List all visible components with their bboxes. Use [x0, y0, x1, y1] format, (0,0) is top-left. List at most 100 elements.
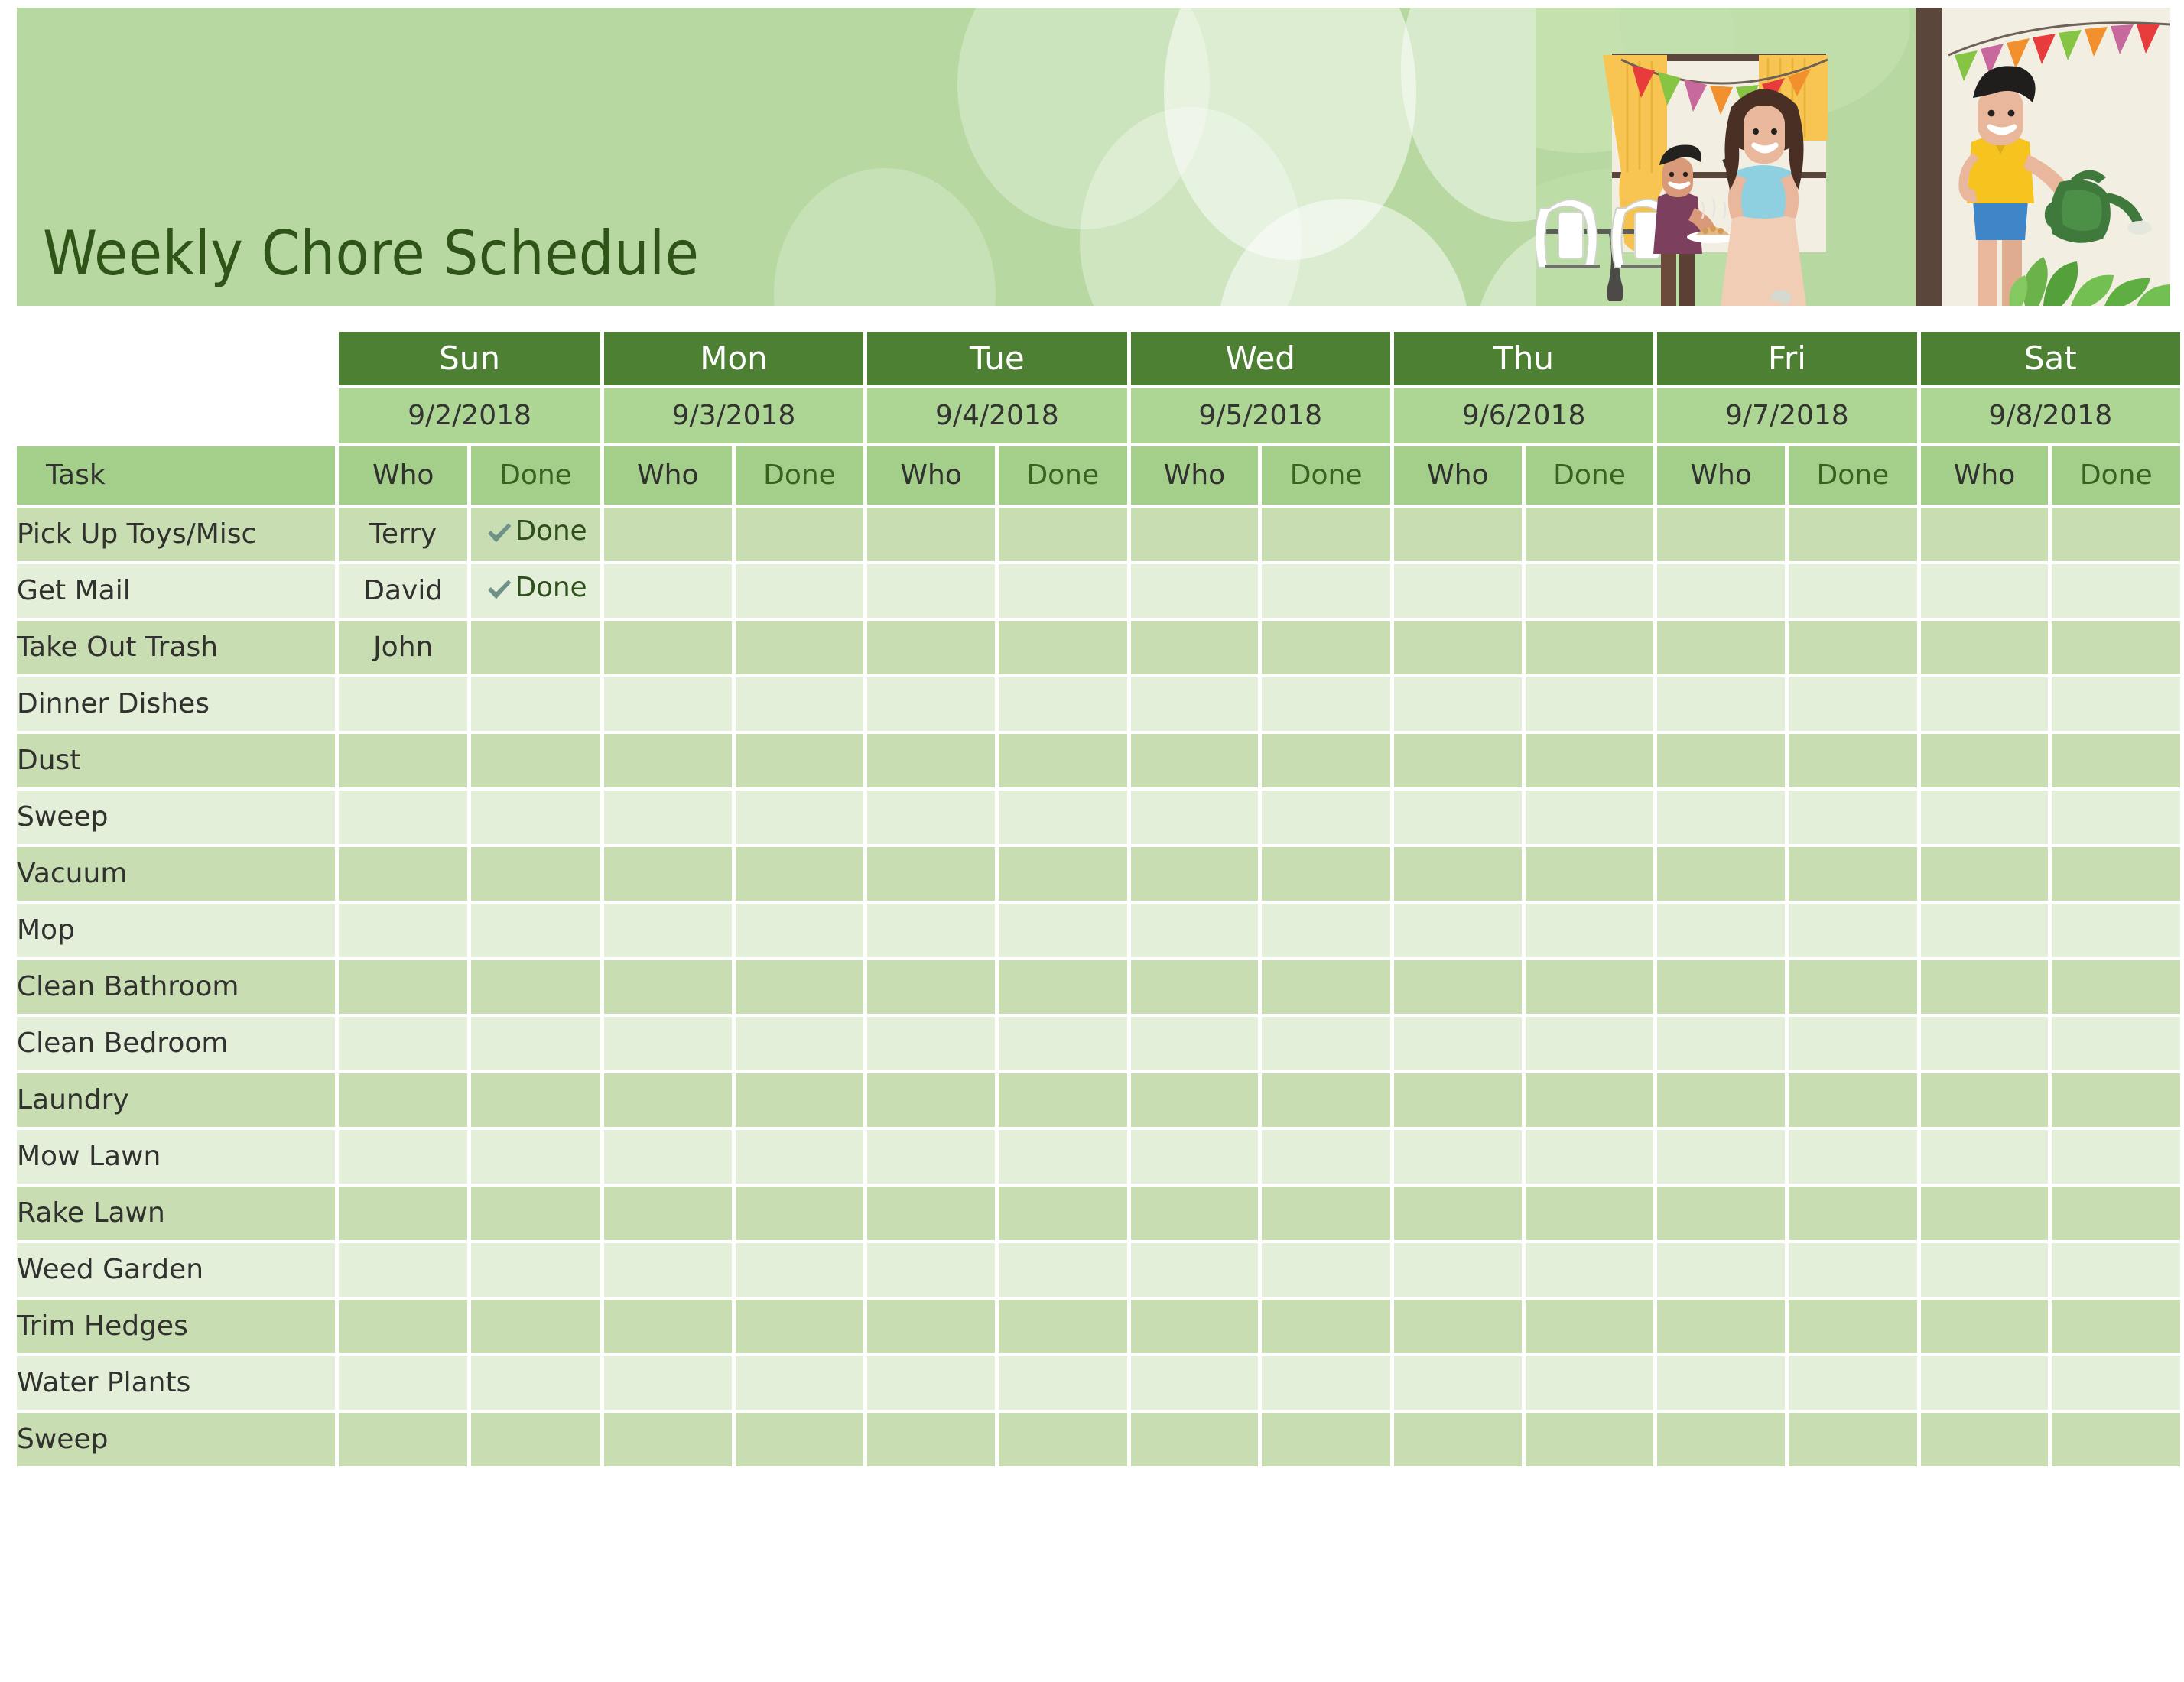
who-cell-tue[interactable]: [867, 621, 996, 674]
task-name-cell[interactable]: Take Out Trash: [17, 621, 336, 674]
done-cell-fri[interactable]: [1789, 677, 1917, 731]
task-name-cell[interactable]: Mow Lawn: [17, 1130, 336, 1184]
who-cell-thu[interactable]: [1393, 677, 1522, 731]
done-cell-sat[interactable]: [2052, 677, 2180, 731]
who-cell-fri[interactable]: [1657, 508, 1786, 561]
done-cell-fri[interactable]: [1789, 960, 1917, 1014]
done-cell-thu[interactable]: [1525, 564, 1654, 618]
who-cell-mon[interactable]: [603, 621, 732, 674]
done-cell-sun[interactable]: [471, 1130, 600, 1184]
who-cell-sun[interactable]: [339, 1073, 468, 1127]
done-cell-sat[interactable]: [2052, 847, 2180, 901]
done-cell-wed[interactable]: [1262, 791, 1390, 844]
task-name-cell[interactable]: Laundry: [17, 1073, 336, 1127]
done-cell-mon[interactable]: [735, 904, 864, 957]
done-cell-mon[interactable]: [735, 791, 864, 844]
done-cell-mon[interactable]: [735, 1017, 864, 1070]
done-cell-sun[interactable]: [471, 847, 600, 901]
who-cell-fri[interactable]: [1657, 1356, 1786, 1410]
who-cell-sat[interactable]: [1920, 1187, 2049, 1240]
done-cell-tue[interactable]: [999, 1356, 1127, 1410]
done-cell-wed[interactable]: [1262, 621, 1390, 674]
done-cell-sun[interactable]: [471, 677, 600, 731]
done-cell-sun[interactable]: [471, 1413, 600, 1466]
done-cell-fri[interactable]: [1789, 1073, 1917, 1127]
who-cell-tue[interactable]: [867, 1356, 996, 1410]
done-cell-fri[interactable]: [1789, 791, 1917, 844]
done-cell-fri[interactable]: [1789, 904, 1917, 957]
done-cell-thu[interactable]: [1525, 1413, 1654, 1466]
who-cell-tue[interactable]: [867, 1073, 996, 1127]
who-cell-thu[interactable]: [1393, 508, 1522, 561]
done-cell-wed[interactable]: [1262, 1243, 1390, 1297]
who-cell-fri[interactable]: [1657, 734, 1786, 787]
who-cell-mon[interactable]: [603, 1300, 732, 1353]
who-cell-wed[interactable]: [1130, 1243, 1259, 1297]
done-cell-wed[interactable]: [1262, 1356, 1390, 1410]
who-cell-wed[interactable]: [1130, 847, 1259, 901]
task-name-cell[interactable]: Clean Bathroom: [17, 960, 336, 1014]
done-cell-fri[interactable]: [1789, 1187, 1917, 1240]
who-cell-mon[interactable]: [603, 677, 732, 731]
done-cell-wed[interactable]: [1262, 1017, 1390, 1070]
who-cell-tue[interactable]: [867, 1017, 996, 1070]
who-cell-thu[interactable]: [1393, 904, 1522, 957]
done-cell-thu[interactable]: [1525, 508, 1654, 561]
who-cell-mon[interactable]: [603, 1073, 732, 1127]
who-cell-thu[interactable]: [1393, 621, 1522, 674]
done-cell-thu[interactable]: [1525, 677, 1654, 731]
task-name-cell[interactable]: Sweep: [17, 791, 336, 844]
done-cell-tue[interactable]: [999, 734, 1127, 787]
who-cell-sat[interactable]: [1920, 960, 2049, 1014]
who-cell-tue[interactable]: [867, 1130, 996, 1184]
who-cell-thu[interactable]: [1393, 1187, 1522, 1240]
who-cell-wed[interactable]: [1130, 1187, 1259, 1240]
done-cell-sat[interactable]: [2052, 621, 2180, 674]
done-cell-mon[interactable]: [735, 1356, 864, 1410]
done-cell-thu[interactable]: [1525, 1017, 1654, 1070]
done-cell-wed[interactable]: [1262, 1130, 1390, 1184]
who-cell-thu[interactable]: [1393, 1356, 1522, 1410]
who-cell-sat[interactable]: [1920, 1300, 2049, 1353]
done-cell-fri[interactable]: [1789, 1130, 1917, 1184]
who-cell-wed[interactable]: [1130, 1356, 1259, 1410]
done-cell-mon[interactable]: [735, 1187, 864, 1240]
who-cell-thu[interactable]: [1393, 1130, 1522, 1184]
who-cell-sun[interactable]: [339, 1300, 468, 1353]
who-cell-tue[interactable]: [867, 508, 996, 561]
who-cell-wed[interactable]: [1130, 564, 1259, 618]
who-cell-sat[interactable]: [1920, 734, 2049, 787]
who-cell-thu[interactable]: [1393, 1413, 1522, 1466]
who-cell-tue[interactable]: [867, 1243, 996, 1297]
task-name-cell[interactable]: Pick Up Toys/Misc: [17, 508, 336, 561]
done-cell-tue[interactable]: [999, 1300, 1127, 1353]
done-cell-sun[interactable]: [471, 1243, 600, 1297]
who-cell-sun[interactable]: [339, 847, 468, 901]
who-cell-thu[interactable]: [1393, 847, 1522, 901]
who-cell-wed[interactable]: [1130, 791, 1259, 844]
done-cell-mon[interactable]: [735, 1413, 864, 1466]
done-cell-fri[interactable]: [1789, 564, 1917, 618]
who-cell-mon[interactable]: [603, 508, 732, 561]
done-cell-sat[interactable]: [2052, 1243, 2180, 1297]
who-cell-fri[interactable]: [1657, 1187, 1786, 1240]
done-cell-fri[interactable]: [1789, 1356, 1917, 1410]
who-cell-tue[interactable]: [867, 564, 996, 618]
who-cell-sat[interactable]: [1920, 1073, 2049, 1127]
who-cell-sun[interactable]: David: [339, 564, 468, 618]
done-cell-sat[interactable]: [2052, 1187, 2180, 1240]
who-cell-tue[interactable]: [867, 960, 996, 1014]
done-cell-thu[interactable]: [1525, 960, 1654, 1014]
who-cell-sat[interactable]: [1920, 1413, 2049, 1466]
who-cell-fri[interactable]: [1657, 1130, 1786, 1184]
task-name-cell[interactable]: Vacuum: [17, 847, 336, 901]
who-cell-fri[interactable]: [1657, 1073, 1786, 1127]
done-cell-thu[interactable]: [1525, 1130, 1654, 1184]
who-cell-tue[interactable]: [867, 734, 996, 787]
who-cell-tue[interactable]: [867, 677, 996, 731]
done-cell-fri[interactable]: [1789, 508, 1917, 561]
done-cell-sun[interactable]: [471, 1017, 600, 1070]
who-cell-wed[interactable]: [1130, 734, 1259, 787]
done-cell-mon[interactable]: [735, 847, 864, 901]
task-name-cell[interactable]: Rake Lawn: [17, 1187, 336, 1240]
